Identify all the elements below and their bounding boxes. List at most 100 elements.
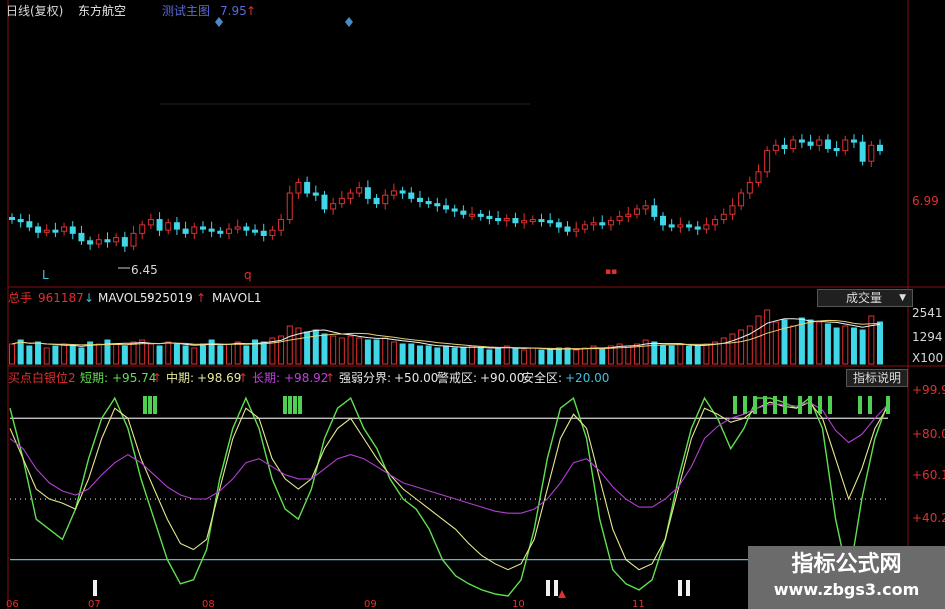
volume-bar (330, 335, 337, 365)
candle-body (555, 222, 562, 228)
candle-body (61, 226, 68, 232)
short-label: 短期: (80, 371, 109, 385)
mavol5-label: MAVOL5: (98, 291, 152, 305)
volume-bar (538, 349, 545, 365)
volume-bar (477, 347, 484, 365)
candle-body (330, 203, 337, 210)
top-signal-bar (828, 396, 832, 414)
candle-body (312, 192, 319, 196)
short-value: +95.74 (112, 371, 157, 385)
top-signal-bar (148, 396, 152, 414)
top-signal-bar (743, 396, 747, 414)
stock-chart-window: 日线(复权) 东方航空 测试主图 7.95 ↑ 6.99 6.45 L q ▪▪… (0, 0, 945, 609)
volume-bar (833, 327, 840, 365)
candle-body (338, 197, 345, 205)
volume-bar (581, 347, 588, 365)
top-signal-bar (808, 396, 812, 414)
volume-bar (703, 343, 710, 365)
volume-bar (9, 343, 15, 365)
warn-value: +90.00 (480, 371, 525, 385)
volume-bar (564, 347, 571, 365)
indicator-help-button[interactable]: 指标说明 (846, 369, 909, 387)
candle-body (772, 144, 779, 152)
safe-label: 安全区: (522, 371, 563, 385)
date-tick: 11 (632, 599, 645, 609)
dropdown-caret-icon: ▼ (899, 293, 906, 303)
candle-body (738, 192, 745, 207)
volume-bar (43, 347, 50, 365)
volume-indicator-select[interactable]: 成交量 ▼ (817, 289, 913, 307)
candle-body (234, 226, 241, 230)
candle-body (729, 205, 736, 215)
candle-body (304, 181, 311, 194)
indicator-help-label: 指标说明 (853, 371, 902, 385)
price-panel (9, 134, 883, 269)
indicator-axis-tick: +40.2 (912, 511, 945, 525)
buy-signal-bar (554, 580, 558, 596)
candle-body (252, 229, 259, 233)
candle-body (416, 197, 423, 203)
candle-body (573, 228, 580, 232)
long-label: 长期: (252, 371, 281, 385)
candle-body (616, 215, 623, 222)
warn-label: 警戒区: (437, 371, 478, 385)
indicator-name: 买点白银位2 (8, 371, 76, 385)
candle-body (668, 224, 675, 228)
volume-bar (521, 349, 528, 365)
volume-total-value: 961187 (38, 291, 84, 305)
volume-bar (69, 345, 76, 365)
candle-body (486, 215, 493, 220)
candle-body (78, 232, 85, 242)
top-signal-bar (763, 396, 767, 414)
candle-body (712, 219, 719, 226)
signal-diamond (215, 17, 223, 27)
candle-body (877, 144, 883, 152)
volume-bar (226, 343, 232, 365)
volume-bar (78, 347, 85, 365)
candle-body (269, 229, 276, 236)
volume-bar (173, 343, 180, 365)
volume-bar (573, 349, 580, 365)
volume-bar (399, 343, 406, 365)
up-arrow-icon: ↑ (238, 371, 249, 385)
strong-label: 强弱分界: (339, 371, 392, 385)
candle-body (295, 181, 302, 194)
candle-body (443, 205, 449, 210)
buy-signal-bar (93, 580, 97, 596)
volume-bar (555, 347, 562, 365)
candle-body (69, 226, 76, 234)
candle-body (390, 190, 397, 196)
candle-body (503, 218, 510, 222)
candle-body (868, 144, 875, 162)
buy-signal-bar (686, 580, 690, 596)
volume-bar (529, 347, 536, 365)
candle-body (564, 226, 571, 232)
volume-bar (191, 347, 198, 365)
volume-bar (364, 339, 371, 365)
volume-bar (243, 345, 250, 365)
candle-body (599, 222, 606, 226)
volume-bar (686, 345, 693, 365)
marker-l: L (42, 268, 49, 282)
signal-diamond (345, 17, 353, 27)
candle-body (694, 226, 701, 230)
candle-body (677, 224, 684, 228)
candle-body (156, 219, 163, 231)
candle-body (182, 228, 189, 234)
candle-body (52, 229, 59, 233)
candle-body (139, 224, 146, 234)
volume-select-label: 成交量 (846, 291, 883, 305)
candle-body (816, 139, 823, 146)
volume-bar (495, 347, 502, 365)
volume-bar (434, 347, 441, 365)
candle-body (434, 203, 441, 207)
up-arrow-icon: ↑ (152, 371, 163, 385)
volume-bar (260, 341, 267, 365)
volume-bar (61, 343, 68, 365)
volume-bar (599, 347, 606, 365)
candle-body (764, 150, 771, 173)
volume-bar (764, 309, 771, 365)
candle-body (538, 219, 545, 223)
strong-value: +50.00 (394, 371, 439, 385)
volume-bar (147, 343, 154, 365)
